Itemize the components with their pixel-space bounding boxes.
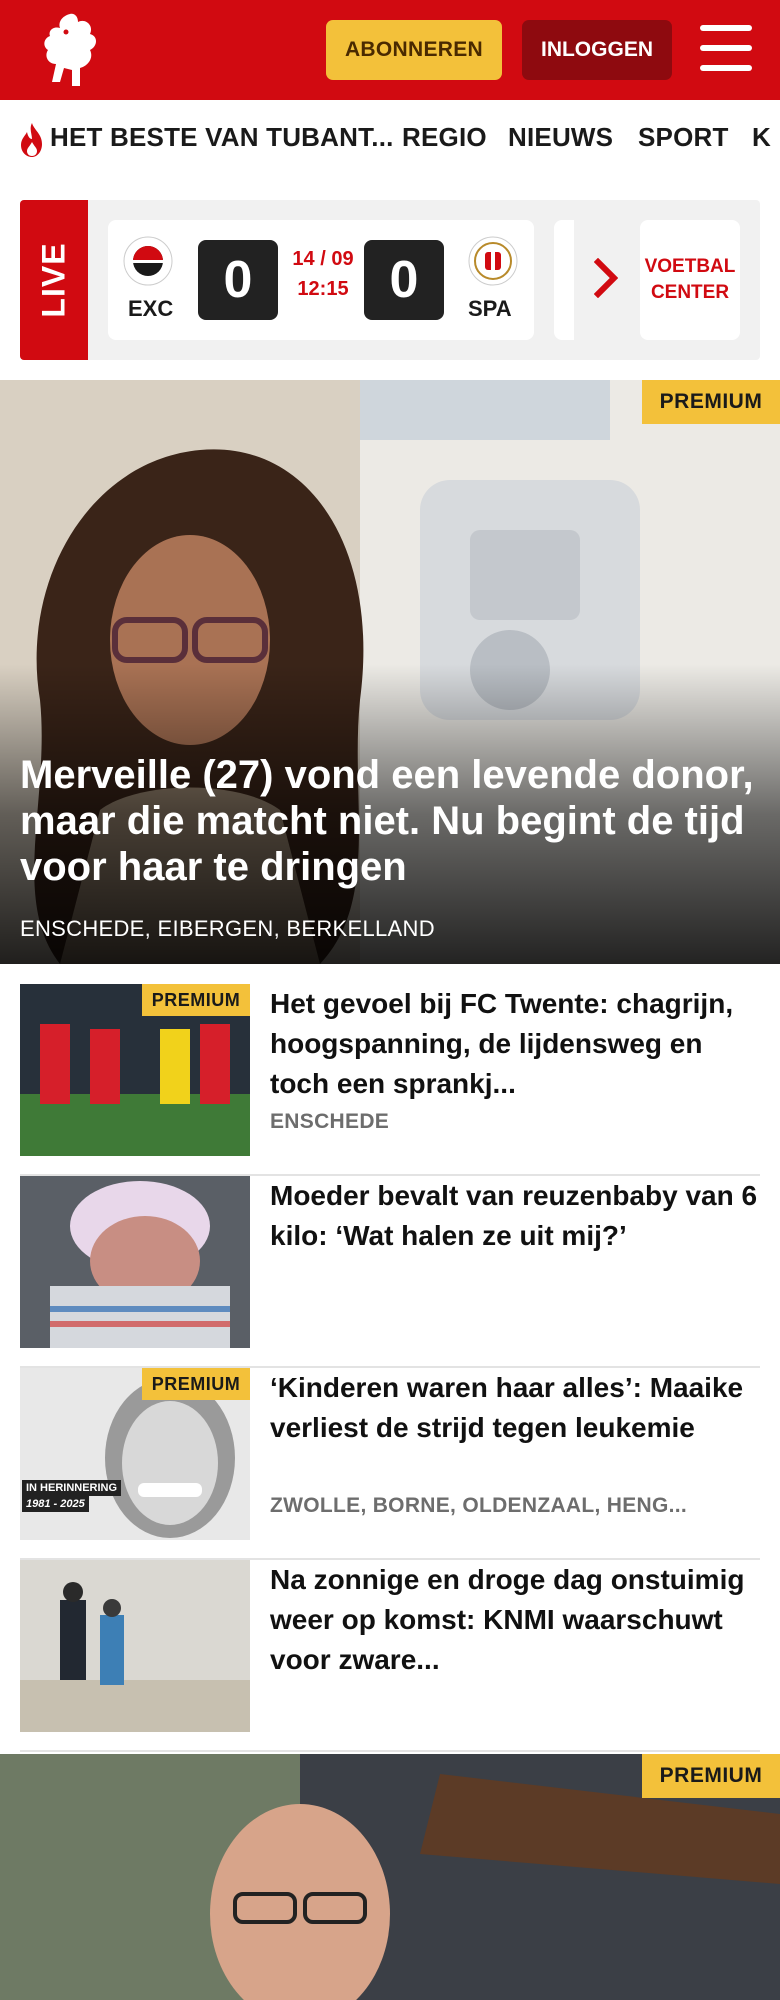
away-team-code: SPA	[468, 296, 512, 321]
article-thumbnail	[20, 1560, 250, 1732]
nav-item-nieuws[interactable]: NIEUWS	[508, 122, 613, 153]
subscribe-button[interactable]: ABONNEREN	[326, 20, 502, 80]
sparta-crest-icon	[468, 236, 518, 286]
top-bar: ABONNEREN INLOGGEN	[0, 0, 780, 100]
excelsior-crest-icon	[123, 236, 173, 286]
memorial-years: 1981 - 2025	[22, 1496, 89, 1512]
section-nav: HET BESTE VAN TUBANT... REGIO NIEUWS SPO…	[0, 100, 780, 180]
away-score: 0	[364, 240, 444, 320]
article-title[interactable]: Na zonnige en droge dag onstuimig weer o…	[270, 1560, 760, 1680]
live-tag: LIVE	[20, 200, 88, 360]
nav-item-het-beste[interactable]: HET BESTE VAN TUBANT...	[50, 122, 394, 153]
premium-badge: PREMIUM	[142, 1368, 250, 1400]
list-item[interactable]: Moeder bevalt van reuzenbaby van 6 kilo:…	[20, 1176, 760, 1368]
article-location: ENSCHEDE	[270, 1110, 390, 1133]
flame-icon	[21, 123, 42, 157]
premium-badge: PREMIUM	[642, 380, 780, 424]
article-title[interactable]: Het gevoel bij FC Twente: chagrijn, hoog…	[270, 984, 760, 1104]
article-location: ZWOLLE, BORNE, OLDENZAAL, HENG...	[270, 1494, 688, 1517]
nav-item-regio[interactable]: REGIO	[402, 122, 487, 153]
hero-article[interactable]: PREMIUM Merveille (27) vond een levende …	[0, 380, 780, 964]
login-button[interactable]: INLOGGEN	[522, 20, 672, 80]
list-item[interactable]: Na zonnige en droge dag onstuimig weer o…	[20, 1560, 760, 1752]
match-date: 14 / 09	[292, 248, 354, 270]
memorial-caption: IN HERINNERING	[22, 1480, 122, 1496]
home-score: 0	[198, 240, 278, 320]
home-team-code: EXC	[128, 296, 174, 321]
next-match-card[interactable]	[554, 220, 574, 340]
chevron-right-icon[interactable]	[594, 258, 618, 298]
hero-title[interactable]: Merveille (27) vond een levende donor, m…	[20, 752, 770, 890]
list-item[interactable]: PREMIUM Het gevoel bij FC Twente: chagri…	[20, 984, 760, 1176]
premium-badge: PREMIUM	[142, 984, 250, 1016]
hero-location: ENSCHEDE, EIBERGEN, BERKELLAND	[20, 916, 435, 941]
match-card[interactable]: EXC 0 14 / 09 12:15 0 SPA	[108, 220, 534, 340]
list-item[interactable]: IN HERINNERING 1981 - 2025 PREMIUM ‘Kind…	[20, 1368, 760, 1560]
article-title[interactable]: Moeder bevalt van reuzenbaby van 6 kilo:…	[270, 1176, 760, 1256]
nav-item-next[interactable]: K	[752, 122, 771, 153]
hero-article[interactable]: PREMIUM	[0, 1754, 780, 2000]
nav-item-sport[interactable]: SPORT	[638, 122, 729, 153]
tubantia-horse-logo-icon[interactable]	[32, 10, 108, 90]
voetbal-center-button[interactable]: VOETBAL CENTER	[640, 220, 740, 340]
article-title[interactable]: ‘Kinderen waren haar alles’: Maaike verl…	[270, 1368, 760, 1448]
article-thumbnail	[20, 1176, 250, 1348]
premium-badge: PREMIUM	[642, 1754, 780, 1798]
hamburger-menu-icon[interactable]	[700, 25, 752, 71]
match-time: 12:15	[297, 278, 349, 300]
live-scores-bar: LIVE EXC 0 14 / 09 12:15 0 SPA VOETBAL C…	[20, 200, 760, 360]
